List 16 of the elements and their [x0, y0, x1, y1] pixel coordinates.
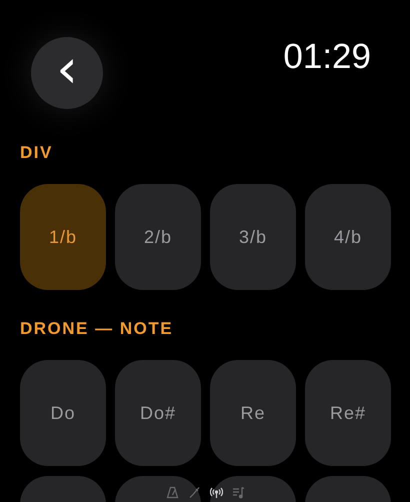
- option-button[interactable]: Do#: [115, 360, 201, 466]
- tuning-fork-icon[interactable]: [188, 486, 200, 499]
- option-button[interactable]: 3/b: [210, 184, 296, 290]
- option-button[interactable]: 1/b: [20, 184, 106, 290]
- option-button[interactable]: Re: [210, 360, 296, 466]
- section-title: DIV: [20, 142, 54, 164]
- option-button[interactable]: 4/b: [305, 184, 391, 290]
- music-list-icon[interactable]: [232, 486, 244, 499]
- antenna-icon[interactable]: [210, 486, 222, 499]
- back-button[interactable]: ‹: [31, 37, 103, 109]
- metronome-icon[interactable]: [166, 486, 178, 499]
- section-title: DRONE — NOTE: [20, 318, 174, 340]
- option-button[interactable]: 2/b: [115, 184, 201, 290]
- option-button[interactable]: Do: [20, 360, 106, 466]
- clock-time: 01:29: [283, 37, 371, 77]
- option-button[interactable]: Re#: [305, 360, 391, 466]
